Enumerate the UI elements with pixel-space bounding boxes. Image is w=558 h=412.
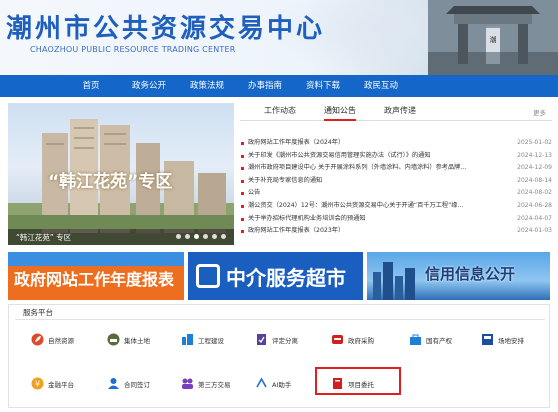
cart-icon <box>331 333 344 346</box>
services-header: 服务平台 <box>23 308 53 317</box>
news-item[interactable]: 关于印发《潮州市公共资源交易信用管理实施办法（试行）》的通知 2024-12-13 <box>240 150 552 163</box>
svc-ai-assistant[interactable]: AI助手 <box>255 377 291 390</box>
nav-home[interactable]: 首页 <box>62 75 120 97</box>
bullet-icon <box>241 217 244 221</box>
coin-icon: ¥ <box>31 377 44 390</box>
bullet-icon <box>241 154 244 158</box>
news-tabs: 工作动态 通知公告 政声传递 更多 <box>240 103 552 121</box>
news-panel: 工作动态 通知公告 政声传递 更多 政府网站工作年度报表（2024年） 2025-… <box>240 103 552 245</box>
carousel-dot[interactable] <box>221 234 226 239</box>
svc-evaluation-separation[interactable]: 评定分离 <box>255 333 298 346</box>
tab-work-news[interactable]: 工作动态 <box>264 105 296 116</box>
svc-collective-land[interactable]: 集体土地 <box>107 333 150 346</box>
nav-policies[interactable]: 政策法规 <box>178 75 236 97</box>
banner-footer-label: “韩江花苑” 专区 <box>16 233 72 242</box>
svc-finance-platform[interactable]: ¥ 金融平台 <box>31 377 74 390</box>
news-item[interactable]: 潮公资交（2024）12号：潮州市公共资源交易中心关于开通“百千万工程”缘...… <box>240 200 552 213</box>
leaf-icon <box>31 333 44 346</box>
bullet-icon <box>241 179 244 183</box>
carousel-dot-active[interactable] <box>194 234 199 239</box>
carousel-dots <box>176 234 226 239</box>
more-link[interactable]: 更多 <box>533 107 546 117</box>
nav-interaction[interactable]: 政民互动 <box>352 75 410 97</box>
people-icon <box>181 377 194 390</box>
agency-logo-icon <box>196 264 220 288</box>
selection-highlight <box>315 367 401 395</box>
credit-info-banner[interactable]: 信用信息公开 <box>367 252 550 300</box>
services-divider <box>15 319 545 320</box>
tab-government-voice[interactable]: 政声传递 <box>384 105 416 116</box>
news-list: 政府网站工作年度报表（2024年） 2025-01-02 关于印发《潮州市公共资源… <box>240 137 552 238</box>
site-subtitle: CHAOZHOU PUBLIC RESOURCE TRADING CENTER <box>30 45 236 54</box>
carousel-dot[interactable] <box>212 234 217 239</box>
svc-natural-resources[interactable]: 自然资源 <box>31 333 74 346</box>
svc-contract-signing[interactable]: 合同签订 <box>107 377 150 390</box>
svc-third-party-trading[interactable]: 第三方交易 <box>181 377 231 390</box>
svg-text:潮: 潮 <box>490 35 497 44</box>
bullet-icon <box>241 167 244 171</box>
document-check-icon <box>255 333 268 346</box>
bullet-icon <box>241 204 244 208</box>
svg-text:¥: ¥ <box>35 380 40 389</box>
tab-notices[interactable]: 通知公告 <box>324 105 356 121</box>
land-icon <box>107 333 120 346</box>
news-item[interactable]: 政府网站工作年度报表（2024年） 2025-01-02 <box>240 137 552 150</box>
svc-construction[interactable]: 工程建设 <box>181 333 224 346</box>
ai-assistant-icon <box>255 377 268 390</box>
agency-supermarket-label: 中介服务超市 <box>226 266 346 290</box>
bullet-icon <box>241 230 244 234</box>
briefcase-icon <box>409 333 422 346</box>
news-item[interactable]: 关于举办招标代理机构业务培训会的预通知 2024-04-07 <box>240 213 552 226</box>
site-title: 潮州市公共资源交易中心 <box>6 14 326 44</box>
user-icon <box>107 377 120 390</box>
banner-stripe <box>8 252 184 266</box>
building-icon <box>181 333 194 346</box>
news-item[interactable]: 公告 2024-08-02 <box>240 187 552 200</box>
annual-report-banner[interactable]: 政府网站工作年度报表 <box>8 252 184 300</box>
svc-government-procurement[interactable]: 政府采购 <box>331 333 374 346</box>
site-header: 潮州市公共资源交易中心 CHAOZHOU PUBLIC RESOURCE TRA… <box>0 0 558 75</box>
svc-venue-arrangement[interactable]: 场地安排 <box>481 333 524 346</box>
service-platform: 服务平台 自然资源 集体土地 工程建设 评定分离 政府采购 国有产权 场地安排 … <box>8 304 550 408</box>
nav-downloads[interactable]: 资料下载 <box>294 75 352 97</box>
bullet-icon <box>241 142 244 145</box>
agency-supermarket-banner[interactable]: 中介服务超市 <box>188 252 363 300</box>
carousel-dot[interactable] <box>203 234 208 239</box>
carousel-dot[interactable] <box>185 234 190 239</box>
nav-service-guide[interactable]: 办事指南 <box>236 75 294 97</box>
featured-banner[interactable]: “韩江花苑”专区 “韩江花苑” 专区 <box>8 103 234 245</box>
svc-state-property[interactable]: 国有产权 <box>409 333 452 346</box>
nav-government-affairs[interactable]: 政务公开 <box>120 75 178 97</box>
venue-icon <box>481 333 494 346</box>
city-skyline-icon <box>373 262 415 300</box>
banner-footer: “韩江花苑” 专区 <box>8 229 234 245</box>
bullet-icon <box>241 192 244 196</box>
main-nav: 首页 政务公开 政策法规 办事指南 资料下载 政民互动 <box>0 75 558 97</box>
news-item[interactable]: 潮州市政府项目建设中心 关于开展涂料系列（外墙涂料、内墙涂料）参考品牌... 20… <box>240 162 552 175</box>
banner-caption: “韩江花苑”专区 <box>48 172 173 192</box>
news-item[interactable]: 政府网站工作年度报表（2023年） 2024-01-03 <box>240 225 552 238</box>
annual-report-label: 政府网站工作年度报表 <box>14 270 175 289</box>
carousel-dot[interactable] <box>176 234 181 239</box>
news-item[interactable]: 关于补充局专家信息的通知 2024-08-14 <box>240 175 552 188</box>
credit-info-label: 信用信息公开 <box>425 265 516 283</box>
archway-image: 潮 <box>428 0 558 75</box>
